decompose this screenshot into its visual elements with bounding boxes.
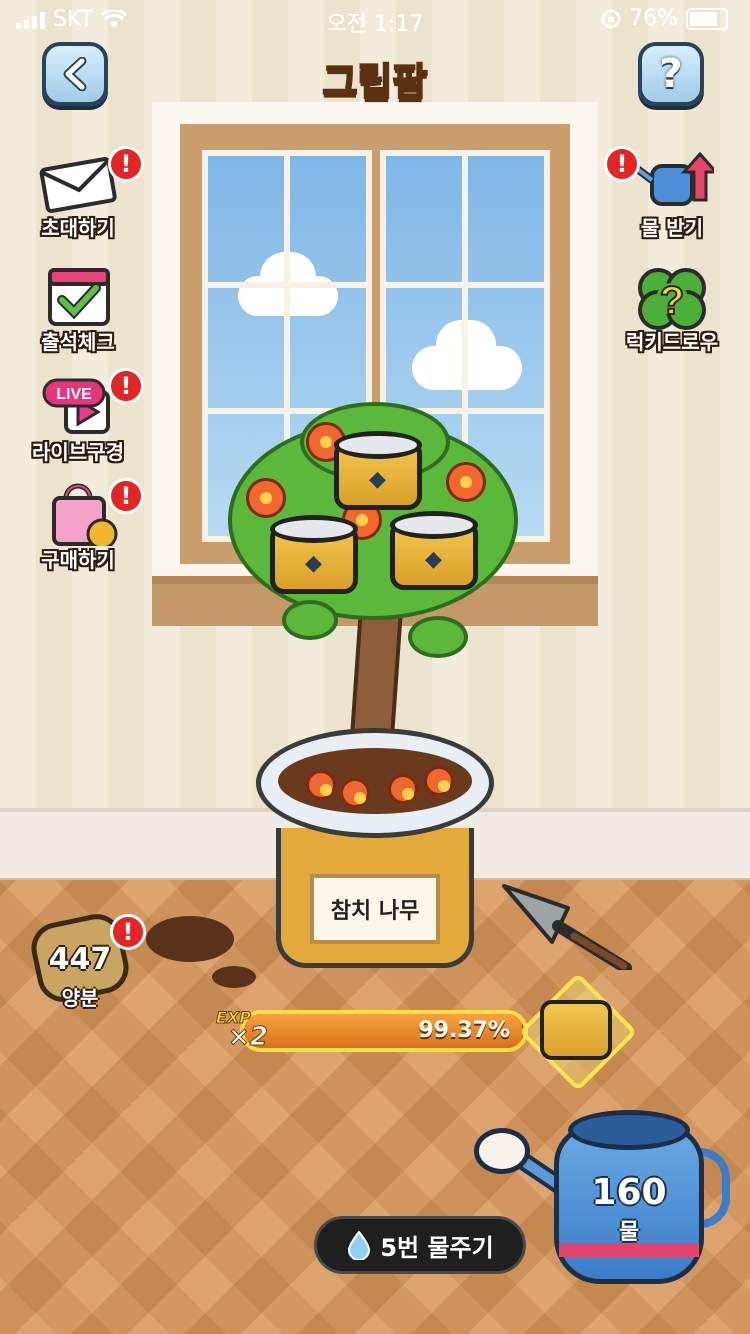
tuna-can-icon[interactable] <box>334 431 422 510</box>
question-mark-icon: ? <box>659 51 683 97</box>
fertilizer-button[interactable]: 447 양분 ! <box>26 909 146 1012</box>
tuna-can-icon[interactable] <box>270 515 358 594</box>
logo-text: 그립팜 <box>322 59 429 105</box>
alert-badge: ! <box>110 914 146 950</box>
dirt-pile <box>212 966 256 988</box>
tuna-can-icon[interactable] <box>390 511 478 590</box>
menu-live[interactable]: LIVE 라이브구경 ! <box>18 368 144 465</box>
exp-badge-multiplier: ×2 <box>228 1022 269 1053</box>
menu-invite-label: 초대하기 <box>41 216 115 240</box>
clover-question-icon: ? <box>630 264 714 330</box>
plant-pot[interactable]: 참치 나무 <box>256 728 494 998</box>
alert-badge: ! <box>108 368 144 404</box>
status-bar: SKT 오전 1:17 76% <box>0 0 750 40</box>
battery-percent: 76% <box>629 6 678 31</box>
pot-soil <box>278 748 472 814</box>
svg-text:?: ? <box>660 279 684 323</box>
battery-icon <box>686 7 728 30</box>
tuna-can-icon <box>540 1000 612 1060</box>
menu-purchase[interactable]: 구매하기 ! <box>18 478 144 573</box>
trowel-icon <box>502 884 632 970</box>
exp-multiplier-badge: EXP ×2 <box>216 1006 272 1056</box>
flower <box>446 462 486 502</box>
tree-leaf <box>282 600 338 640</box>
game-screen: SKT 오전 1:17 76% 그립팜 ? 초대하기 ! 출석체크 LIVE 라… <box>0 0 750 1334</box>
watering-can-icon[interactable]: 160 물 <box>470 1100 740 1300</box>
menu-live-label: 라이브구경 <box>32 440 124 464</box>
app-logo: 그립팜 <box>304 48 446 108</box>
menu-attendance-label: 출석체크 <box>41 330 115 354</box>
menu-lucky-draw[interactable]: ? 럭키드로우 <box>612 264 732 355</box>
back-button[interactable] <box>42 42 108 106</box>
alert-badge: ! <box>604 146 640 182</box>
water-count: 160 <box>591 1172 667 1213</box>
watering-can-arrow-icon <box>630 150 720 214</box>
flower <box>246 478 286 518</box>
tree-leaf <box>408 616 468 658</box>
exp-percent: 99.37% <box>418 1018 510 1043</box>
alert-badge: ! <box>108 146 144 182</box>
watering-can-opening <box>568 1110 690 1150</box>
fertilizer-count: 447 <box>48 942 112 977</box>
menu-purchase-label: 구매하기 <box>41 548 115 572</box>
menu-attendance[interactable]: 출석체크 <box>18 264 138 355</box>
calendar-check-icon <box>36 264 120 328</box>
help-button[interactable]: ? <box>638 42 704 106</box>
menu-get-water-label: 물 받기 <box>640 216 704 240</box>
watering-can-rose <box>474 1128 530 1174</box>
menu-get-water[interactable]: 물 받기 ! <box>604 146 732 241</box>
water-drop-icon <box>348 1230 371 1260</box>
exp-track: 99.37% <box>240 1010 528 1052</box>
exp-progress-bar: 99.37% EXP ×2 <box>216 1006 528 1056</box>
dirt-pile <box>146 916 234 962</box>
live-badge-text: LIVE <box>56 386 92 403</box>
alert-badge: ! <box>108 478 144 514</box>
chevron-left-icon <box>63 57 87 91</box>
rotation-lock-icon <box>601 9 621 28</box>
status-right: 76% <box>601 6 728 31</box>
pot-label: 참치 나무 <box>310 874 440 944</box>
menu-invite[interactable]: 초대하기 ! <box>18 146 144 241</box>
fertilizer-label: 양분 <box>61 986 99 1010</box>
water-label: 물 <box>618 1220 640 1245</box>
